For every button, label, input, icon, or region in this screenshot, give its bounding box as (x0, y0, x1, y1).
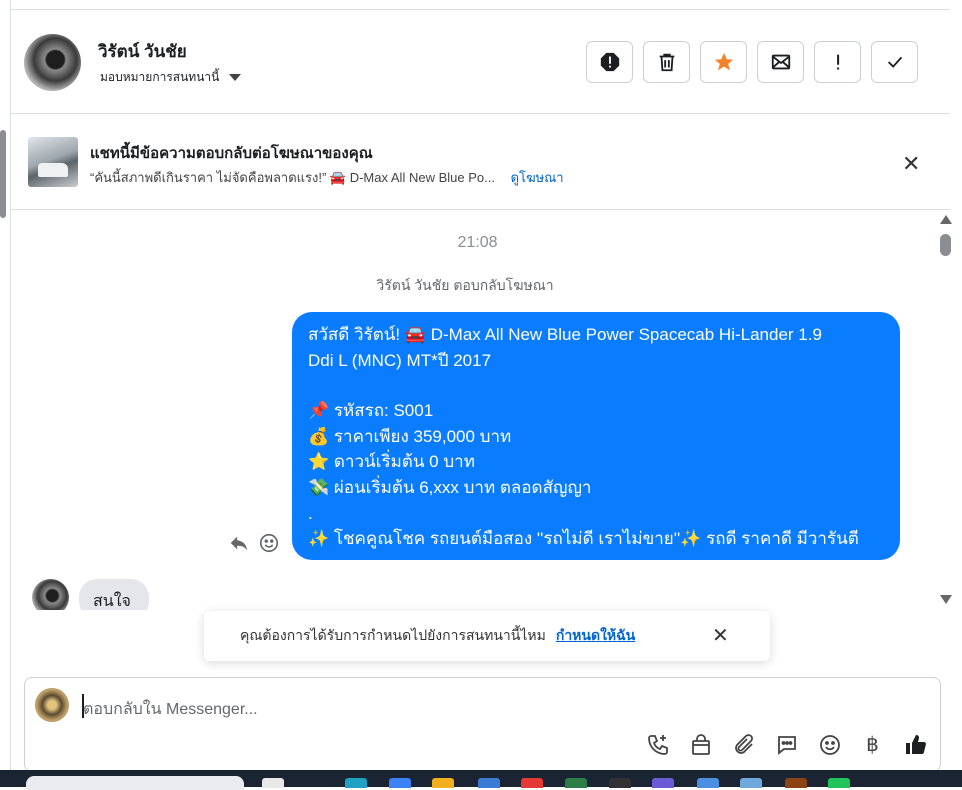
message-line: 📌 รหัสรถ: S001 (308, 401, 434, 421)
message-actions (228, 532, 280, 560)
assign-toast-text: คุณต้องการได้รับการกำหนดไปยังการสนทนานี้… (240, 627, 546, 643)
ad-reply-banner: แชทนี้มีข้อความตอบกลับต่อโฆษณาของคุณ “คั… (10, 115, 950, 210)
chat-scrollbar-thumb[interactable] (940, 234, 951, 256)
check-icon (887, 56, 902, 68)
ad-thumbnail[interactable] (28, 137, 78, 187)
incoming-message-row: สนใจ (10, 560, 935, 610)
sender-avatar[interactable] (32, 579, 69, 610)
ad-snippet-row: “คันนี้สภาพดีเกินราคา ไม่จัดคือพลาดแรง!”… (90, 167, 564, 188)
reply-input[interactable]: ตอบกลับใน Messenger... (83, 697, 258, 722)
conversation-header: วิรัตน์ วันชัย มอบหมายการสนทนานี้ (10, 10, 950, 114)
follow-up-button[interactable] (814, 41, 861, 83)
star-icon (714, 52, 733, 71)
message-line: ⭐ ดาวน์เริ่มต้น 0 บาท (308, 452, 475, 472)
message-line: 💰 ราคาเพียง 359,000 บาท (308, 426, 512, 446)
paperclip-icon[interactable] (731, 732, 756, 757)
left-scrollbar-thumb[interactable] (0, 130, 6, 218)
taskbar-search-box[interactable] (26, 776, 244, 790)
exclamation-icon (836, 54, 839, 70)
react-emoji-icon[interactable] (258, 532, 280, 560)
thumbs-up-icon[interactable] (903, 732, 928, 757)
scroll-down-arrow-icon[interactable] (940, 595, 952, 604)
close-icon[interactable]: ✕ (712, 623, 729, 648)
conversation-toolbar (586, 41, 918, 83)
ad-reply-notice: วิรัตน์ วันชัย ตอบกลับโฆษณา (376, 277, 554, 293)
baht-icon[interactable]: ฿ (860, 732, 885, 757)
message-timestamp: 21:08 (457, 234, 498, 251)
outgoing-message-bubble[interactable]: สวัสดี วิรัตน์! 🚘 D-Max All New Blue Pow… (292, 312, 900, 560)
view-ad-link[interactable]: ดูโฆษณา (511, 170, 564, 185)
mark-unread-button[interactable] (757, 41, 804, 83)
emoji-icon[interactable] (817, 732, 842, 757)
close-icon[interactable]: ✕ (902, 151, 920, 177)
delete-button[interactable] (643, 41, 690, 83)
shopping-bag-icon[interactable] (688, 732, 713, 757)
assign-to-me-link[interactable]: กำหนดให้ฉัน (556, 625, 635, 647)
message-line (308, 373, 884, 398)
assign-label: มอบหมายการสนทนานี้ (100, 70, 220, 84)
done-button[interactable] (871, 41, 918, 83)
chevron-down-icon (229, 74, 242, 81)
assign-toast: คุณต้องการได้รับการกำหนดไปยังการสนทนานี้… (204, 611, 770, 661)
star-button[interactable] (700, 41, 747, 83)
scroll-up-arrow-icon[interactable] (940, 215, 952, 224)
contact-name[interactable]: วิรัตน์ วันชัย (98, 38, 187, 65)
ad-snippet: “คันนี้สภาพดีเกินราคา ไม่จัดคือพลาดแรง!”… (90, 170, 495, 185)
saved-replies-icon[interactable] (774, 732, 799, 757)
phone-plus-icon[interactable] (645, 732, 670, 757)
message-line: . (308, 503, 313, 523)
contact-avatar[interactable] (24, 34, 81, 91)
reply-arrow-icon[interactable] (228, 532, 250, 560)
composer-toolbar: ฿ (645, 732, 928, 757)
incoming-message-bubble[interactable]: สนใจ (79, 579, 149, 610)
report-button[interactable] (586, 41, 633, 83)
ad-banner-title: แชทนี้มีข้อความตอบกลับต่อโฆษณาของคุณ (90, 145, 373, 162)
page-avatar (35, 688, 69, 722)
message-line: 💸 ผ่อนเริ่มต้น 6,xxx บาท ตลอดสัญญา (308, 477, 592, 497)
message-line: สวัสดี วิรัตน์! 🚘 D-Max All New Blue Pow… (308, 325, 822, 344)
envelope-icon (771, 54, 790, 70)
alert-octagon-icon (600, 52, 619, 72)
assign-dropdown[interactable]: มอบหมายการสนทนานี้ (100, 68, 242, 87)
trash-icon (659, 53, 674, 72)
reply-composer: ตอบกลับใน Messenger... ฿ (24, 677, 941, 772)
message-line: Ddi L (MNC) MT*ปี 2017 (308, 350, 492, 370)
message-line: ✨ โชคคูณโชค รถยนต์มือสอง ''รถไม่ดี เราไม… (308, 529, 859, 549)
